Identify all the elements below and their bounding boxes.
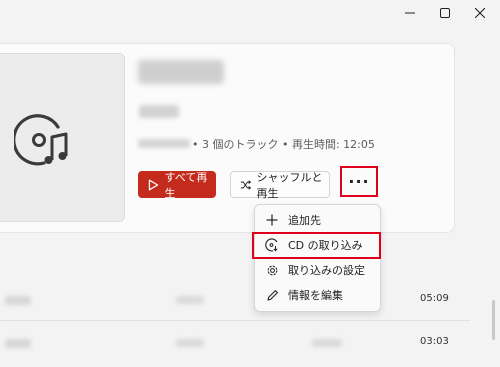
album-artist-redacted [139,105,179,118]
shuffle-play-label: シャッフルと再生 [256,170,323,200]
maximize-button[interactable] [431,2,459,24]
album-title-redacted [138,60,224,84]
track-duration: 05:09 [420,293,449,304]
menu-item-edit-info[interactable]: 情報を編集 [261,283,374,307]
track-list: 05:09 03:03 [0,235,470,367]
track-artist-redacted [176,339,204,347]
minimize-button[interactable] [396,2,424,24]
close-button[interactable] [466,2,494,24]
shuffle-icon [240,179,252,190]
pencil-icon [266,289,278,301]
album-art [0,53,125,222]
track-title-redacted [5,339,31,348]
play-all-button[interactable]: すべて再生 [138,170,216,200]
menu-item-rip-settings[interactable]: 取り込みの設定 [261,258,374,282]
row-divider [0,320,470,321]
close-icon [475,8,485,18]
album-genre-redacted [138,139,190,148]
track-duration: 03:03 [420,336,449,347]
play-all-label: すべて再生 [164,170,208,200]
more-button-highlight [340,166,378,197]
table-row[interactable]: 05:09 [0,285,470,315]
gear-icon [267,265,277,275]
track-album-redacted [312,339,342,347]
plus-icon [266,214,278,226]
title-bar [0,0,500,30]
play-icon [148,179,159,190]
maximize-icon [440,8,450,18]
track-title-redacted [5,296,31,305]
rip-cd-highlight [252,232,381,259]
track-artist-redacted [176,296,204,304]
cd-music-icon [14,114,68,166]
menu-item-add-to[interactable]: 追加先 [261,208,374,232]
table-row[interactable]: 03:03 [0,328,470,358]
minimize-icon [405,12,415,14]
scrollbar[interactable] [492,300,495,340]
album-meta: • 3 個のトラック • 再生時間: 12:05 [192,138,375,151]
menu-item-label: 情報を編集 [288,289,343,302]
menu-item-label: 追加先 [288,214,321,227]
menu-item-label: 取り込みの設定 [288,264,365,277]
shuffle-play-button[interactable]: シャッフルと再生 [230,170,330,200]
